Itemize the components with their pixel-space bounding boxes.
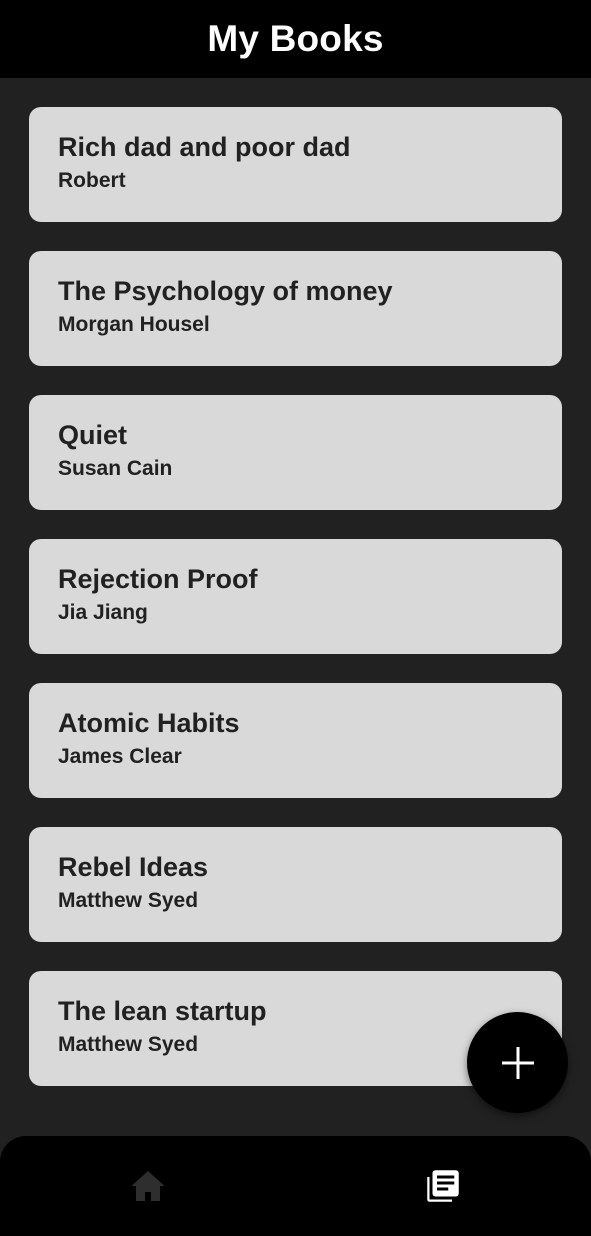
book-author: Robert	[58, 169, 126, 192]
book-author: James Clear	[58, 745, 182, 768]
bottom-navigation	[0, 1136, 591, 1236]
book-author: Matthew Syed	[58, 1033, 199, 1056]
library-books-icon	[427, 1170, 459, 1202]
book-title: The Psychology of money	[58, 276, 393, 306]
book-author: Matthew Syed	[58, 889, 199, 912]
book-title: The lean startup	[58, 996, 267, 1026]
book-title: Rich dad and poor dad	[58, 132, 351, 162]
book-title: Rebel Ideas	[58, 852, 209, 882]
nav-item-home[interactable]	[0, 1136, 296, 1236]
page-title: My Books	[207, 18, 384, 59]
app-screen: My Books Rich dad and poor dad Robert Th…	[0, 0, 591, 1236]
book-card[interactable]: Rejection Proof Jia Jiang	[29, 539, 562, 654]
book-title: Rejection Proof	[58, 564, 258, 594]
book-card[interactable]: Quiet Susan Cain	[29, 395, 562, 510]
book-author: Morgan Housel	[58, 313, 210, 336]
app-bar: My Books	[0, 0, 591, 78]
nav-item-library[interactable]	[295, 1136, 591, 1236]
book-card[interactable]: Atomic Habits James Clear	[29, 683, 562, 798]
add-book-button[interactable]	[467, 1012, 568, 1113]
book-card[interactable]: Rebel Ideas Matthew Syed	[29, 827, 562, 942]
book-author: Jia Jiang	[58, 601, 148, 624]
book-card[interactable]: The Psychology of money Morgan Housel	[29, 251, 562, 366]
home-icon	[131, 1171, 165, 1201]
book-title: Atomic Habits	[58, 708, 240, 738]
book-author: Susan Cain	[58, 457, 173, 480]
book-title: Quiet	[58, 420, 128, 450]
plus-icon	[501, 1046, 534, 1079]
book-list: Rich dad and poor dad Robert The Psychol…	[29, 107, 562, 1086]
book-card[interactable]: Rich dad and poor dad Robert	[29, 107, 562, 222]
